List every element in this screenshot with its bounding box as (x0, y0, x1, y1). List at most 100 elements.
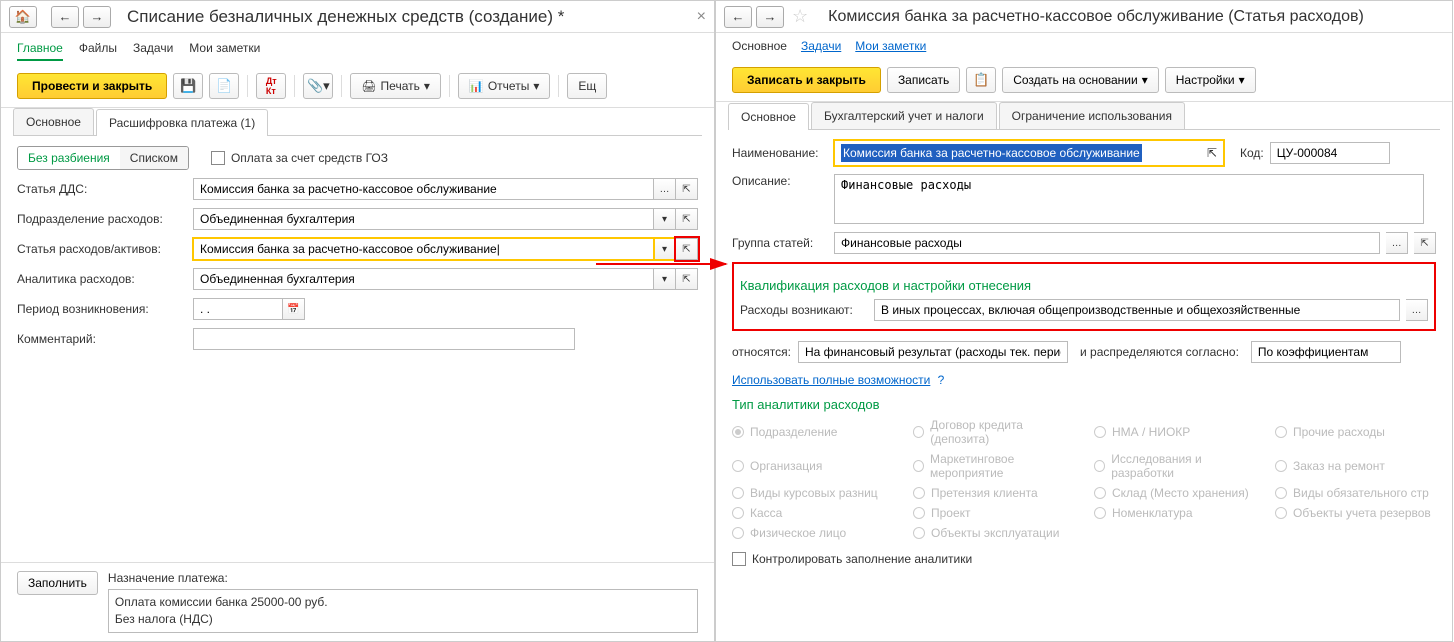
name-open-icon[interactable]: ⇱ (1207, 146, 1217, 160)
expense-dropdown-icon[interactable]: ▾ (654, 238, 676, 260)
split-toggle[interactable]: Без разбиения Списком (17, 146, 189, 170)
dds-input[interactable] (193, 178, 654, 200)
dds-open-icon[interactable]: ⇱ (676, 178, 698, 200)
list-icon[interactable]: 📋 (966, 67, 996, 93)
toggle-nosplit[interactable]: Без разбиения (18, 147, 120, 169)
unit-dropdown-icon[interactable]: ▾ (654, 208, 676, 230)
tab-files[interactable]: Файлы (79, 41, 117, 61)
rsub-accounting[interactable]: Бухгалтерский учет и налоги (811, 102, 997, 129)
comment-input[interactable] (193, 328, 575, 350)
right-subtabs: Основное Бухгалтерский учет и налоги Огр… (728, 102, 1440, 130)
analytics-dropdown-icon[interactable]: ▾ (654, 268, 676, 290)
radio-warehouse[interactable]: Склад (Место хранения) (1094, 486, 1255, 500)
rsub-restrict[interactable]: Ограничение использования (999, 102, 1185, 129)
radio-objects[interactable]: Объекты эксплуатации (913, 526, 1074, 540)
unit-open-icon[interactable]: ⇱ (676, 208, 698, 230)
desc-label: Описание: (732, 174, 828, 188)
create-based-button[interactable]: Создать на основании ▾ (1002, 67, 1159, 93)
home-icon[interactable]: 🏠 (9, 6, 37, 28)
radio-claim[interactable]: Претензия клиента (913, 486, 1074, 500)
rlink-tasks[interactable]: Задачи (801, 39, 841, 53)
rsub-main[interactable]: Основное (728, 103, 809, 130)
save-icon[interactable]: 💾 (173, 73, 203, 99)
relate-label: относятся: (732, 345, 792, 359)
radio-cash[interactable]: Касса (732, 506, 893, 520)
back-icon[interactable]: ← (51, 6, 79, 28)
left-toolbar: Провести и закрыть 💾 📄 ДтКт 📎▾ 🖨 Печать … (1, 65, 714, 108)
settings-button[interactable]: Настройки ▾ (1165, 67, 1256, 93)
dds-ellipsis-icon[interactable]: … (654, 178, 676, 200)
save-close-button[interactable]: Записать и закрыть (732, 67, 881, 93)
post-icon[interactable]: 📄 (209, 73, 239, 99)
rlink-main[interactable]: Основное (732, 39, 787, 53)
radio-research[interactable]: Исследования и разработки (1094, 452, 1255, 480)
expense-input[interactable] (193, 238, 654, 260)
group-ellipsis-icon[interactable]: … (1386, 232, 1408, 254)
right-topnav: ← → ☆ Комиссия банка за расчетно-кассово… (716, 1, 1452, 33)
radio-grid: Подразделение Договор кредита (депозита)… (732, 418, 1436, 540)
purpose-textarea[interactable]: Оплата комиссии банка 25000-00 руб. Без … (108, 589, 698, 633)
goz-checkbox[interactable] (211, 151, 225, 165)
analytics-input[interactable] (193, 268, 654, 290)
period-input[interactable] (193, 298, 283, 320)
arise-ellipsis-icon[interactable]: … (1406, 299, 1428, 321)
period-label: Период возникновения: (17, 302, 187, 316)
radio-org[interactable]: Организация (732, 452, 893, 480)
radio-marketing[interactable]: Маркетинговое мероприятие (913, 452, 1074, 480)
qual-title: Квалификация расходов и настройки отнесе… (740, 278, 1428, 293)
purpose-label: Назначение платежа: (108, 571, 698, 585)
control-checkbox[interactable] (732, 552, 746, 566)
radio-credit[interactable]: Договор кредита (депозита) (913, 418, 1074, 446)
radio-reserves[interactable]: Объекты учета резервов (1275, 506, 1436, 520)
forward2-icon[interactable]: → (756, 6, 784, 28)
expense-label: Статья расходов/активов: (17, 242, 187, 256)
tool-dk-icon[interactable]: ДтКт (256, 73, 286, 99)
unit-input[interactable] (193, 208, 654, 230)
forward-icon[interactable]: → (83, 6, 111, 28)
relate-input[interactable] (798, 341, 1068, 363)
radio-project[interactable]: Проект (913, 506, 1074, 520)
tool-attach-icon[interactable]: 📎▾ (303, 73, 333, 99)
name-input[interactable]: Комиссия банка за расчетно-кассовое обсл… (834, 140, 1224, 166)
radio-nomenclature[interactable]: Номенклатура (1094, 506, 1255, 520)
tab-notes[interactable]: Мои заметки (189, 41, 260, 61)
arise-input[interactable] (874, 299, 1400, 321)
desc-input[interactable] (834, 174, 1424, 224)
radio-mandatory[interactable]: Виды обязательного стр (1275, 486, 1436, 500)
radio-currency[interactable]: Виды курсовых разниц (732, 486, 893, 500)
radio-nma[interactable]: НМА / НИОКР (1094, 418, 1255, 446)
post-close-button[interactable]: Провести и закрыть (17, 73, 167, 99)
distrib-input[interactable] (1251, 341, 1401, 363)
period-calendar-icon[interactable]: 📅 (283, 298, 305, 320)
radio-subdivision[interactable]: Подразделение (732, 418, 893, 446)
back2-icon[interactable]: ← (724, 6, 752, 28)
radio-person[interactable]: Физическое лицо (732, 526, 893, 540)
more-button[interactable]: Ещ (567, 73, 607, 99)
left-pane: 🏠 ← → Списание безналичных денежных сред… (0, 0, 715, 642)
group-open-icon[interactable]: ⇱ (1414, 232, 1436, 254)
group-input[interactable] (834, 232, 1380, 254)
save-button[interactable]: Записать (887, 67, 960, 93)
star-icon[interactable]: ☆ (792, 6, 808, 27)
analytics-open-icon[interactable]: ⇱ (676, 268, 698, 290)
name-label: Наименование: (732, 146, 828, 160)
reports-button[interactable]: 📊 Отчеты ▾ (458, 73, 550, 99)
print-button[interactable]: 🖨 Печать ▾ (350, 73, 441, 99)
toggle-list[interactable]: Списком (120, 147, 188, 169)
subtab-payment[interactable]: Расшифровка платежа (1) (96, 109, 268, 136)
right-content: Наименование: Комиссия банка за расчетно… (716, 130, 1452, 641)
tab-main[interactable]: Главное (17, 41, 63, 61)
rlink-notes[interactable]: Мои заметки (855, 39, 926, 53)
radio-repair[interactable]: Заказ на ремонт (1275, 452, 1436, 480)
right-toolbar: Записать и закрыть Записать 📋 Создать на… (716, 59, 1452, 102)
radio-other-exp[interactable]: Прочие расходы (1275, 418, 1436, 446)
fill-button[interactable]: Заполнить (17, 571, 98, 595)
full-capabilities-link[interactable]: Использовать полные возможности (732, 373, 930, 387)
expense-open-icon[interactable]: ⇱ (676, 238, 698, 260)
tab-tasks[interactable]: Задачи (133, 41, 173, 61)
subtab-basic[interactable]: Основное (13, 108, 94, 135)
close-icon[interactable]: × (697, 8, 706, 26)
arise-label: Расходы возникают: (740, 303, 868, 317)
code-input[interactable] (1270, 142, 1390, 164)
help-icon[interactable]: ? (938, 373, 945, 387)
